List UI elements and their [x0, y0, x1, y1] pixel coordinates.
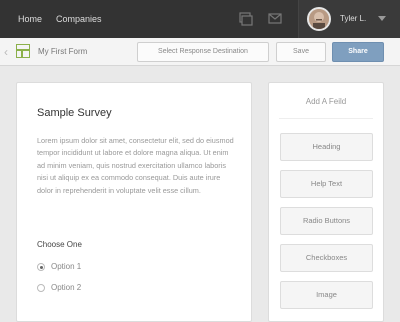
radio-icon[interactable] — [37, 284, 45, 292]
nav-link-home[interactable]: Home — [18, 0, 42, 38]
question-label[interactable]: Choose One — [37, 240, 82, 249]
add-help-text-button[interactable]: Help Text — [280, 170, 373, 198]
share-button[interactable]: Share — [332, 42, 384, 62]
user-name[interactable]: Tyler L. — [340, 0, 366, 38]
form-name[interactable]: My First Form — [38, 38, 87, 66]
radio-option-label: Option 2 — [51, 283, 82, 292]
inbox-icon[interactable] — [238, 12, 254, 26]
survey-card: Sample Survey Lorem ipsum dolor sit amet… — [16, 82, 252, 322]
select-response-destination-button[interactable]: Select Response Destination — [137, 42, 269, 62]
form-icon — [16, 44, 30, 58]
add-heading-button[interactable]: Heading — [280, 133, 373, 161]
top-navigation-bar: Home Companies Tyler L. — [0, 0, 400, 38]
radio-icon[interactable] — [37, 263, 45, 271]
back-chevron-icon[interactable]: ‹ — [4, 46, 8, 58]
survey-title[interactable]: Sample Survey — [37, 107, 112, 119]
panel-divider — [279, 118, 373, 119]
add-checkboxes-button[interactable]: Checkboxes — [280, 244, 373, 272]
survey-description[interactable]: Lorem ipsum dolor sit amet, consectetur … — [37, 135, 237, 197]
add-field-panel: Add A Feild Heading Help Text Radio Butt… — [268, 82, 384, 322]
mail-icon[interactable] — [268, 13, 282, 24]
save-button[interactable]: Save — [276, 42, 326, 62]
radio-option-label: Option 1 — [51, 262, 82, 271]
avatar-image — [309, 9, 329, 29]
panel-title: Add A Feild — [305, 97, 347, 106]
nav-link-companies[interactable]: Companies — [56, 0, 102, 38]
avatar[interactable] — [307, 7, 331, 31]
caret-down-icon[interactable] — [378, 16, 386, 21]
form-toolbar: ‹ My First Form Select Response Destinat… — [0, 38, 400, 66]
add-image-button[interactable]: Image — [280, 281, 373, 309]
add-radio-buttons-button[interactable]: Radio Buttons — [280, 207, 373, 235]
